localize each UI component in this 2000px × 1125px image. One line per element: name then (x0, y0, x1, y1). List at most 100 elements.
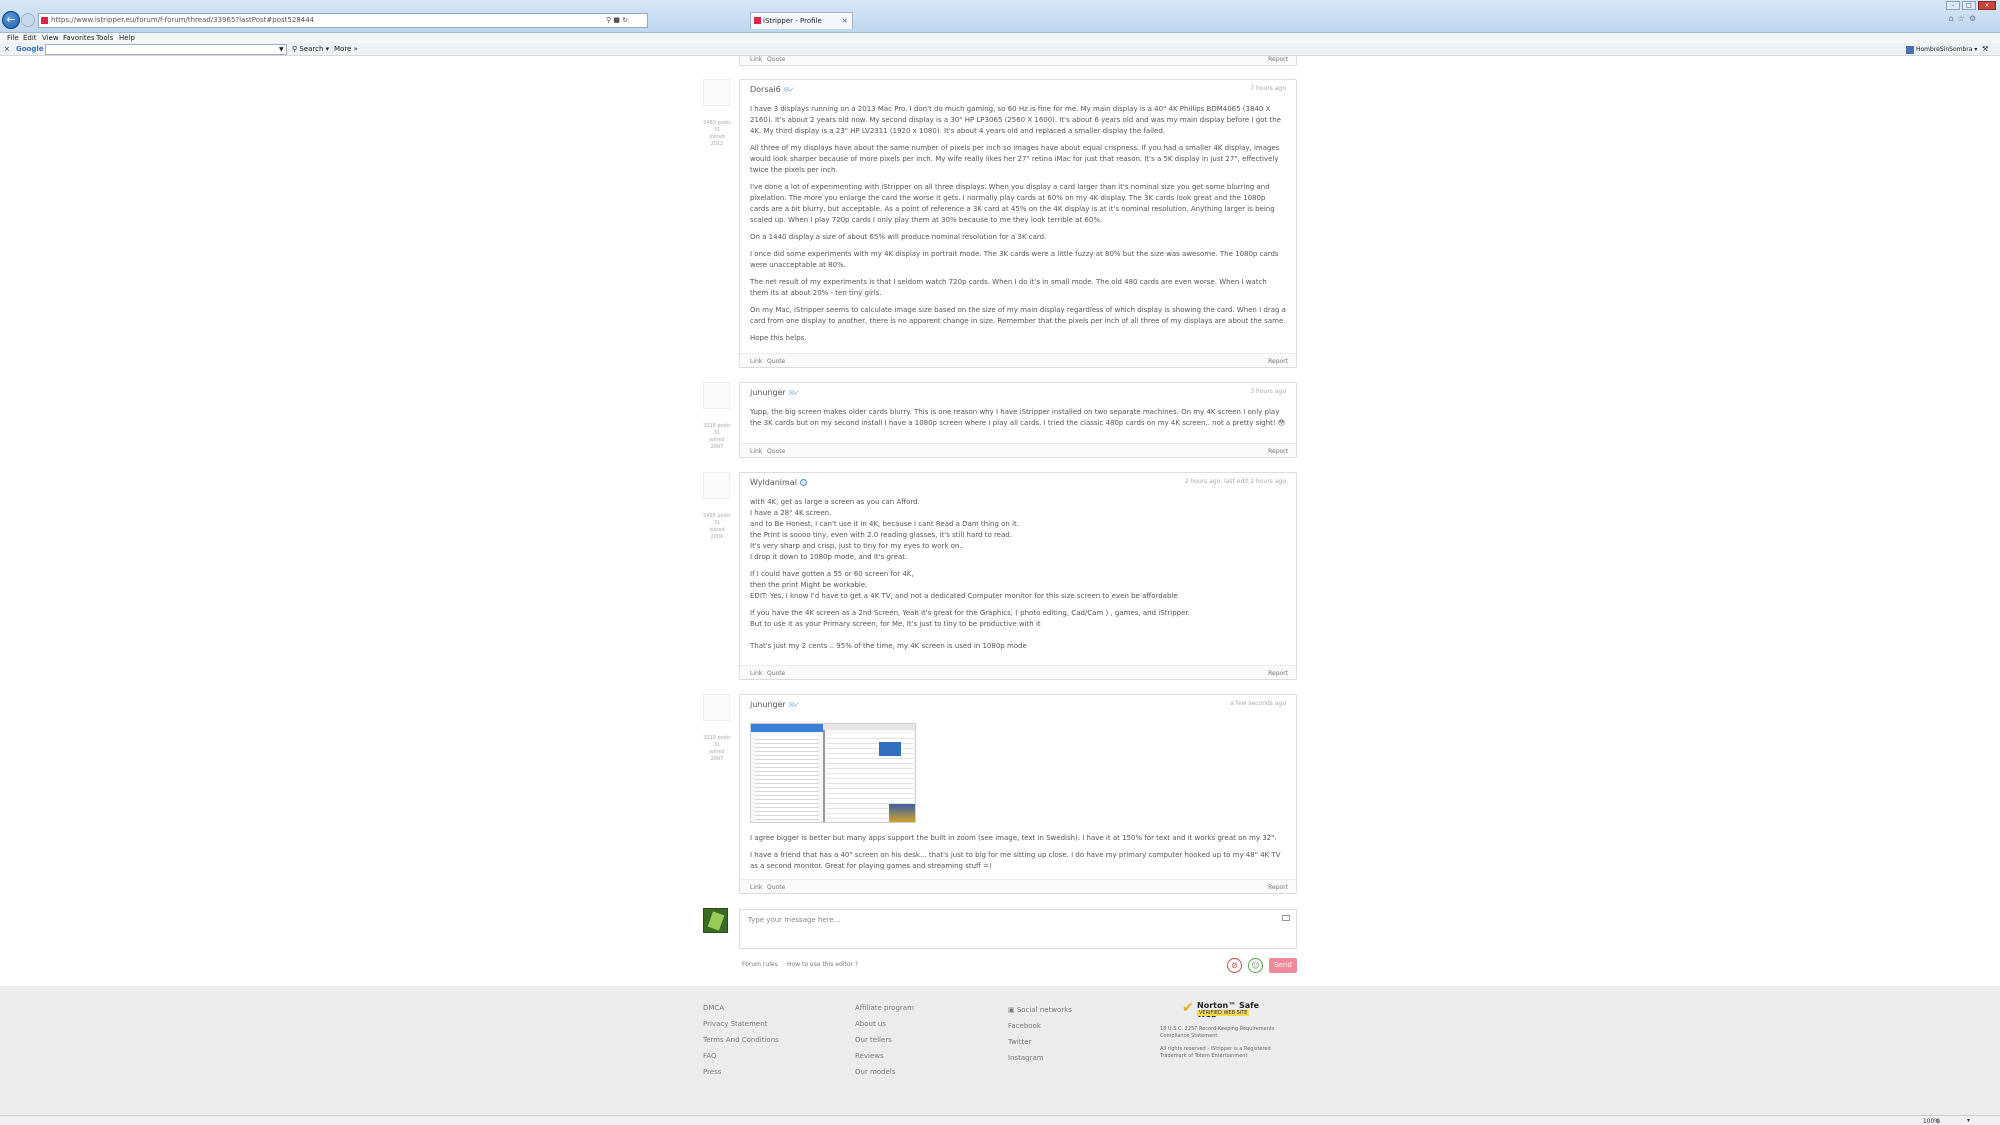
footer-link-models[interactable]: Our models (855, 1068, 914, 1076)
footer-column-company: Affiliate program About us Our tellers R… (855, 1004, 914, 1084)
footer-link-instagram[interactable]: Instagram (1008, 1054, 1072, 1062)
browser-tab[interactable]: iStripper - Profile × (750, 12, 853, 29)
post-report[interactable]: Report (1268, 884, 1288, 891)
footer-link-tellers[interactable]: Our tellers (855, 1036, 914, 1044)
browser-titlebar: ← https://www.istripper.eu/forum/f-forum… (0, 0, 2000, 33)
home-icon[interactable]: ⌂ (1949, 14, 1958, 23)
smiley-icon[interactable]: ☺ (1248, 958, 1263, 973)
footer-link-facebook[interactable]: Facebook (1008, 1022, 1072, 1030)
social-networks-heading: ▣ Social networks (1008, 1006, 1072, 1014)
back-arrow-icon[interactable]: ← (2, 11, 20, 29)
forum-post: Wyldanimal 2 hours ago, last edit 2 hour… (739, 472, 1297, 680)
post-report[interactable]: Report (1268, 670, 1288, 677)
menu-file[interactable]: File (7, 33, 19, 43)
footer-link-faq[interactable]: FAQ (703, 1052, 779, 1060)
google-toolbar: × Google ▼ ⚲ Search ▾ More » HombreSinSo… (0, 43, 2000, 56)
google-search-input[interactable] (45, 44, 287, 55)
forward-arrow-icon[interactable] (21, 13, 35, 27)
post-author[interactable]: Dorsai6 ✉✓ (750, 85, 795, 94)
post-link[interactable]: Link (750, 358, 762, 365)
footer-link-twitter[interactable]: Twitter (1008, 1038, 1072, 1046)
window-controls: – □ × (1946, 1, 1996, 11)
user-stats: 2489 posts 31 joined 2012 (703, 120, 731, 147)
forum-rules-link[interactable]: Forum rules (742, 961, 778, 968)
send-button[interactable]: Send (1269, 958, 1297, 973)
lock-icon[interactable]: ■ (613, 16, 620, 24)
post-link[interactable]: Link (750, 448, 762, 455)
address-bar[interactable]: https://www.istripper.eu/forum/f-forum/t… (38, 13, 648, 28)
footer-link-reviews[interactable]: Reviews (855, 1052, 914, 1060)
forum-post-previous: Link Quote Report (739, 56, 1297, 66)
norton-badge[interactable]: ✔ Norton™ Safe Web VERIFIED WEB SITE (1182, 1000, 1278, 1019)
wrench-icon[interactable]: ⚒ (1982, 44, 1988, 55)
menu-favorites[interactable]: Favorites (63, 33, 95, 43)
close-toolbar-icon[interactable]: × (4, 44, 10, 55)
zoom-level[interactable]: ⚲ 100% ▾ (1923, 1117, 1970, 1125)
post-link[interactable]: Link (750, 670, 762, 677)
browser-toolbar-icons: ⌂☆⚙ (1949, 14, 1980, 23)
footer-column-social: ▣ Social networks Facebook Twitter Insta… (1008, 1006, 1072, 1070)
member-badge-icon: ✉✓ (788, 701, 800, 709)
post-footer: Link Quote Report (740, 56, 1296, 65)
tab-close-icon[interactable]: × (841, 13, 848, 29)
footer-link-terms[interactable]: Terms And Conditions (703, 1036, 779, 1044)
member-badge-icon: ✉✓ (783, 86, 795, 94)
status-bar: ⚲ 100% ▾ (0, 1115, 2000, 1125)
footer-link-about[interactable]: About us (855, 1020, 914, 1028)
user-stats: 3218 posts 31 joined 2007 (703, 423, 731, 450)
post-footer: Link Quote Report (740, 353, 1296, 367)
legal-text: 18 U.S.C. 2257 Record-Keeping Requiremen… (1160, 1026, 1280, 1060)
avatar[interactable] (703, 79, 730, 106)
refresh-icon[interactable]: ↻ (622, 16, 628, 24)
tab-favicon-icon (754, 17, 761, 24)
search-icon[interactable]: ⚲ (606, 16, 611, 24)
editor-help-link[interactable]: How to use this editor ? (787, 961, 858, 968)
post-report[interactable]: Report (1268, 56, 1288, 63)
attached-screenshot-image[interactable] (750, 723, 916, 823)
post-quote[interactable]: Quote (767, 448, 785, 455)
member-badge-icon: ✉✓ (788, 389, 800, 397)
post-report[interactable]: Report (1268, 358, 1288, 365)
post-body: I agree bigger is better but many apps s… (740, 717, 1296, 884)
minimize-icon[interactable]: – (1946, 1, 1960, 10)
gear-icon[interactable]: ⚙ (1969, 14, 1980, 23)
post-author[interactable]: Wyldanimal (750, 478, 807, 487)
user-stats: 5495 posts 31 joined 2006 (703, 513, 731, 540)
post-author[interactable]: jununger ✉✓ (750, 700, 800, 709)
copyright-text: All rights reserved - iStripper is a Reg… (1160, 1046, 1271, 1059)
no-icon[interactable]: ⊘ (1227, 958, 1242, 973)
close-window-icon[interactable]: × (1978, 1, 1996, 10)
footer-link-affiliate[interactable]: Affiliate program (855, 1004, 914, 1012)
footer-column-legal: DMCA Privacy Statement Terms And Conditi… (703, 1004, 779, 1084)
tab-title: iStripper - Profile (763, 17, 822, 25)
star-icon[interactable]: ☆ (1958, 14, 1969, 23)
google-search-button[interactable]: ⚲ Search ▾ (292, 44, 329, 55)
post-quote[interactable]: Quote (767, 358, 785, 365)
post-quote[interactable]: Quote (767, 56, 785, 63)
post-link[interactable]: Link (750, 884, 762, 891)
more-button[interactable]: More » (334, 44, 358, 55)
menu-edit[interactable]: Edit (23, 33, 37, 43)
avatar[interactable] (703, 694, 730, 721)
user-account-button[interactable]: HombreSinSombra ▾ (1906, 44, 1977, 55)
image-icon[interactable] (1282, 915, 1290, 921)
chevron-down-icon[interactable]: ▼ (279, 44, 284, 55)
avatar[interactable] (703, 382, 730, 409)
maximize-icon[interactable]: □ (1962, 1, 1976, 10)
post-report[interactable]: Report (1268, 448, 1288, 455)
compliance-statement-link[interactable]: 18 U.S.C. 2257 Record-Keeping Requiremen… (1160, 1026, 1280, 1040)
post-quote[interactable]: Quote (767, 884, 785, 891)
footer-link-dmca[interactable]: DMCA (703, 1004, 779, 1012)
footer-link-press[interactable]: Press (703, 1068, 779, 1076)
post-body: with 4K, get as large a screen as you ca… (750, 498, 1190, 650)
avatar[interactable] (703, 472, 730, 499)
message-input[interactable]: Type your message here... (739, 909, 1297, 949)
post-quote[interactable]: Quote (767, 670, 785, 677)
footer-link-privacy[interactable]: Privacy Statement (703, 1020, 779, 1028)
menu-help[interactable]: Help (119, 33, 135, 43)
post-link[interactable]: Link (750, 56, 762, 63)
moderator-badge-icon (799, 479, 807, 486)
menu-tools[interactable]: Tools (96, 33, 113, 43)
menu-view[interactable]: View (42, 33, 59, 43)
post-author[interactable]: jununger ✉✓ (750, 388, 800, 397)
